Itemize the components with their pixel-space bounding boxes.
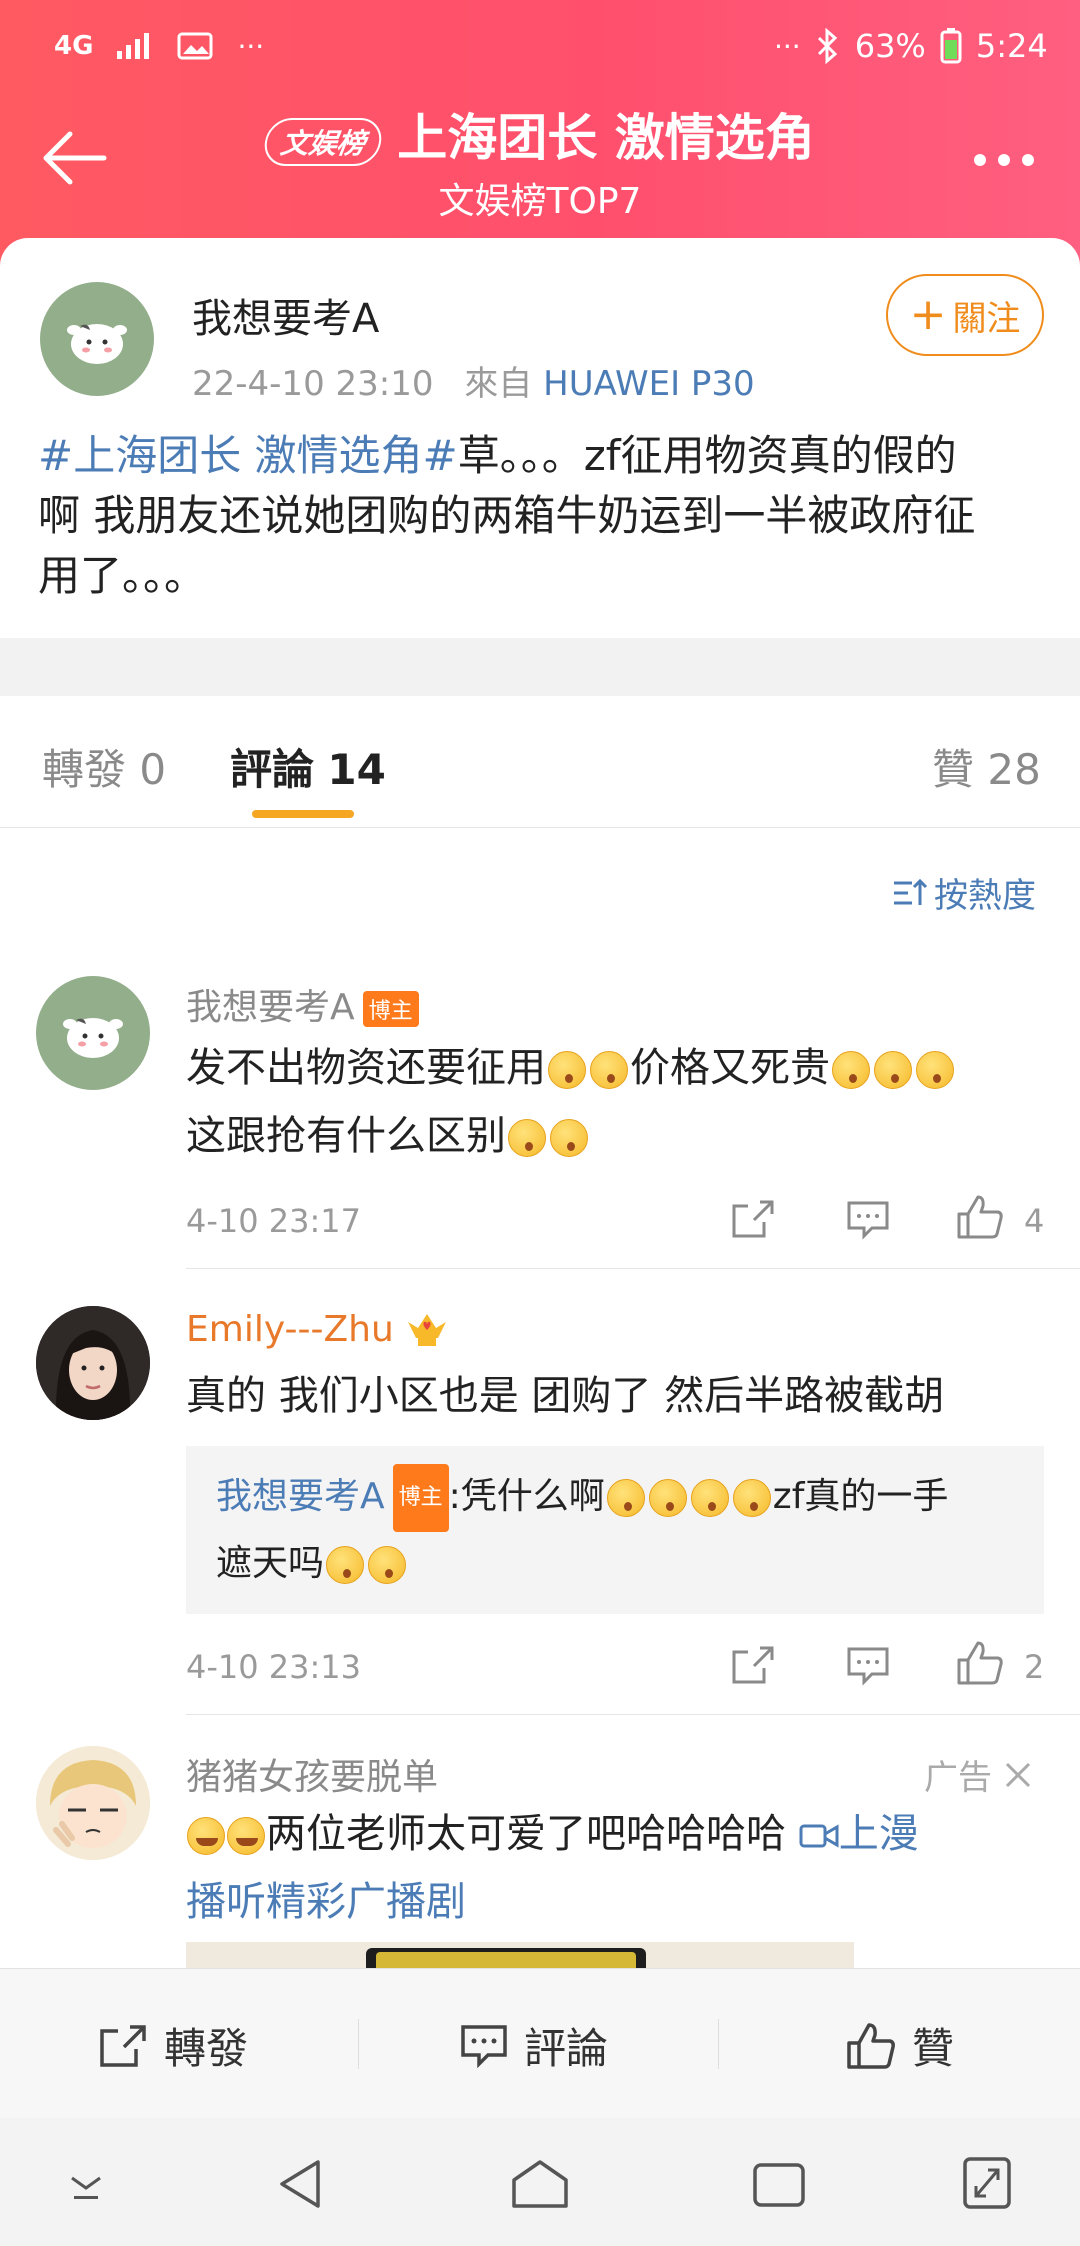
emoji-icon — [916, 1051, 954, 1089]
like-count: 2 — [1024, 1648, 1045, 1686]
bluetooth-icon — [817, 28, 837, 64]
bottom-action-bar: 轉發 評論 贊 — [0, 1968, 1080, 2118]
image-notification-icon — [177, 32, 213, 60]
ad-label-row: 广告 — [924, 1750, 1032, 1799]
emoji-icon — [550, 1119, 588, 1157]
topic-subtitle: 文娱榜TOP7 — [438, 181, 642, 222]
comment-divider — [186, 1268, 1080, 1269]
comment-author[interactable]: 猪猪女孩要脱单 — [186, 1748, 438, 1800]
emoji-icon — [368, 1546, 407, 1584]
share-icon[interactable] — [730, 1198, 776, 1240]
follow-button[interactable]: + 關注 — [886, 274, 1044, 356]
comment-text: 真的 我们小区也是 团购了 然后半路被截胡 — [186, 1373, 945, 1419]
comment-avatar[interactable] — [36, 976, 150, 1090]
ranking-badge: 文娱榜 — [261, 117, 385, 166]
post-source[interactable]: HUAWEI P30 — [543, 364, 755, 404]
like-icon[interactable] — [956, 1194, 1004, 1240]
laugh-emoji-icon — [187, 1817, 225, 1855]
reply-preview-text: 我想要考A 博主:凭什么啊 zf真的一手 遮天吗 — [216, 1464, 1026, 1596]
topic-title: 上海团长 激情选角 — [397, 109, 815, 167]
back-nav-icon[interactable] — [276, 2158, 326, 2210]
emoji-icon — [732, 1479, 771, 1517]
like-icon — [847, 2022, 895, 2069]
comment-author[interactable]: Emily---Zhu — [186, 1308, 450, 1350]
battery-icon — [940, 28, 962, 64]
emoji-icon — [874, 1051, 912, 1089]
more-status-icon: ··· — [774, 29, 801, 63]
ad-label: 广告 — [924, 1758, 992, 1798]
laugh-emoji-icon — [227, 1817, 265, 1855]
divider — [358, 2019, 359, 2069]
comment-time: 4-10 23:17 — [186, 1202, 362, 1240]
like-icon[interactable] — [956, 1640, 1004, 1686]
tab-likes[interactable]: 贊 28 — [932, 736, 1041, 797]
share-icon — [100, 2024, 146, 2067]
system-navigation-bar — [0, 2118, 1080, 2246]
recent-apps-icon[interactable] — [752, 2162, 806, 2208]
author-badge: 博主 — [362, 991, 419, 1027]
comment-text: 发不出物资还要征用 价格又死贵 这跟抢有什么区别 — [186, 1034, 1046, 1170]
comment-icon — [461, 2024, 507, 2068]
sort-icon — [894, 878, 928, 905]
crown-icon — [407, 1314, 446, 1346]
sort-by-hot-button[interactable]: 按熱度 — [892, 868, 1036, 917]
comment-avatar[interactable] — [36, 1306, 150, 1420]
active-tab-indicator — [252, 810, 354, 818]
like-count: 4 — [1024, 1202, 1045, 1240]
ad-link[interactable]: 播听精彩广播剧 — [186, 1868, 1046, 1936]
author-name[interactable]: 我想要考A — [192, 286, 379, 344]
status-bar-right: ··· 63% 5:24 — [774, 24, 1048, 68]
video-icon — [799, 1824, 839, 1848]
expand-icon[interactable] — [962, 2156, 1012, 2210]
emoji-icon — [590, 1051, 628, 1089]
emoji-icon — [548, 1051, 586, 1089]
hashtag-link[interactable]: #上海团长 激情选角# — [38, 431, 458, 480]
ad-image[interactable] — [186, 1942, 854, 1968]
topic-title-row: 文娱榜 上海团长 激情选角 — [0, 98, 1080, 170]
comment-divider — [186, 1714, 1080, 1715]
emoji-icon — [690, 1479, 729, 1517]
reply-author[interactable]: 我想要考A — [216, 1476, 385, 1517]
home-nav-icon[interactable] — [510, 2158, 570, 2210]
emoji-icon — [832, 1051, 870, 1089]
signal-icon — [117, 33, 150, 59]
comment-time: 4-10 23:13 — [186, 1648, 362, 1686]
video-link[interactable]: 上漫 — [799, 1811, 919, 1857]
clock: 5:24 — [975, 27, 1048, 65]
hide-keyboard-icon[interactable] — [66, 2172, 106, 2202]
close-icon[interactable] — [1004, 1761, 1032, 1789]
emoji-icon — [648, 1479, 687, 1517]
status-bar-left: 4G ··· — [54, 24, 264, 68]
tab-repost[interactable]: 轉發 0 — [42, 736, 166, 797]
comment-text: 两位老师太可爱了吧哈哈哈哈 上漫 播听精彩广播剧 — [186, 1800, 1046, 1936]
post-date: 22-4-10 23:10 — [192, 364, 434, 404]
share-icon[interactable] — [730, 1644, 776, 1686]
post-body: #上海团长 激情选角#草。。。zf征用物资真的假的 啊 我朋友还说她团购的两箱牛… — [38, 431, 976, 600]
repost-button[interactable]: 轉發 — [98, 2015, 248, 2076]
reply-icon[interactable] — [846, 1646, 890, 1686]
source-prefix: 來自 — [464, 364, 533, 404]
emoji-icon — [606, 1479, 645, 1517]
post-meta: 22-4-10 23:10 來自 HUAWEI P30 — [192, 356, 755, 405]
emoji-icon — [326, 1546, 365, 1584]
network-indicator: 4G — [54, 31, 94, 61]
author-avatar[interactable] — [40, 282, 154, 396]
comment-author[interactable]: 我想要考A 博主 — [186, 978, 419, 1030]
divider — [718, 2019, 719, 2069]
comment-avatar[interactable] — [36, 1746, 150, 1860]
like-button[interactable]: 贊 — [846, 2015, 954, 2076]
reply-icon[interactable] — [846, 1200, 890, 1240]
section-divider — [0, 638, 1080, 696]
tab-comments[interactable]: 評論 14 — [230, 736, 386, 797]
plus-icon: + — [909, 289, 947, 340]
more-menu-icon[interactable] — [972, 150, 1036, 170]
interaction-tabs: 轉發 0 評論 14 贊 28 — [0, 696, 1080, 828]
comment-button[interactable]: 評論 — [460, 2015, 608, 2076]
emoji-icon — [508, 1119, 546, 1157]
battery-percent: 63% — [854, 27, 926, 65]
more-notifications-icon: ··· — [237, 29, 265, 63]
